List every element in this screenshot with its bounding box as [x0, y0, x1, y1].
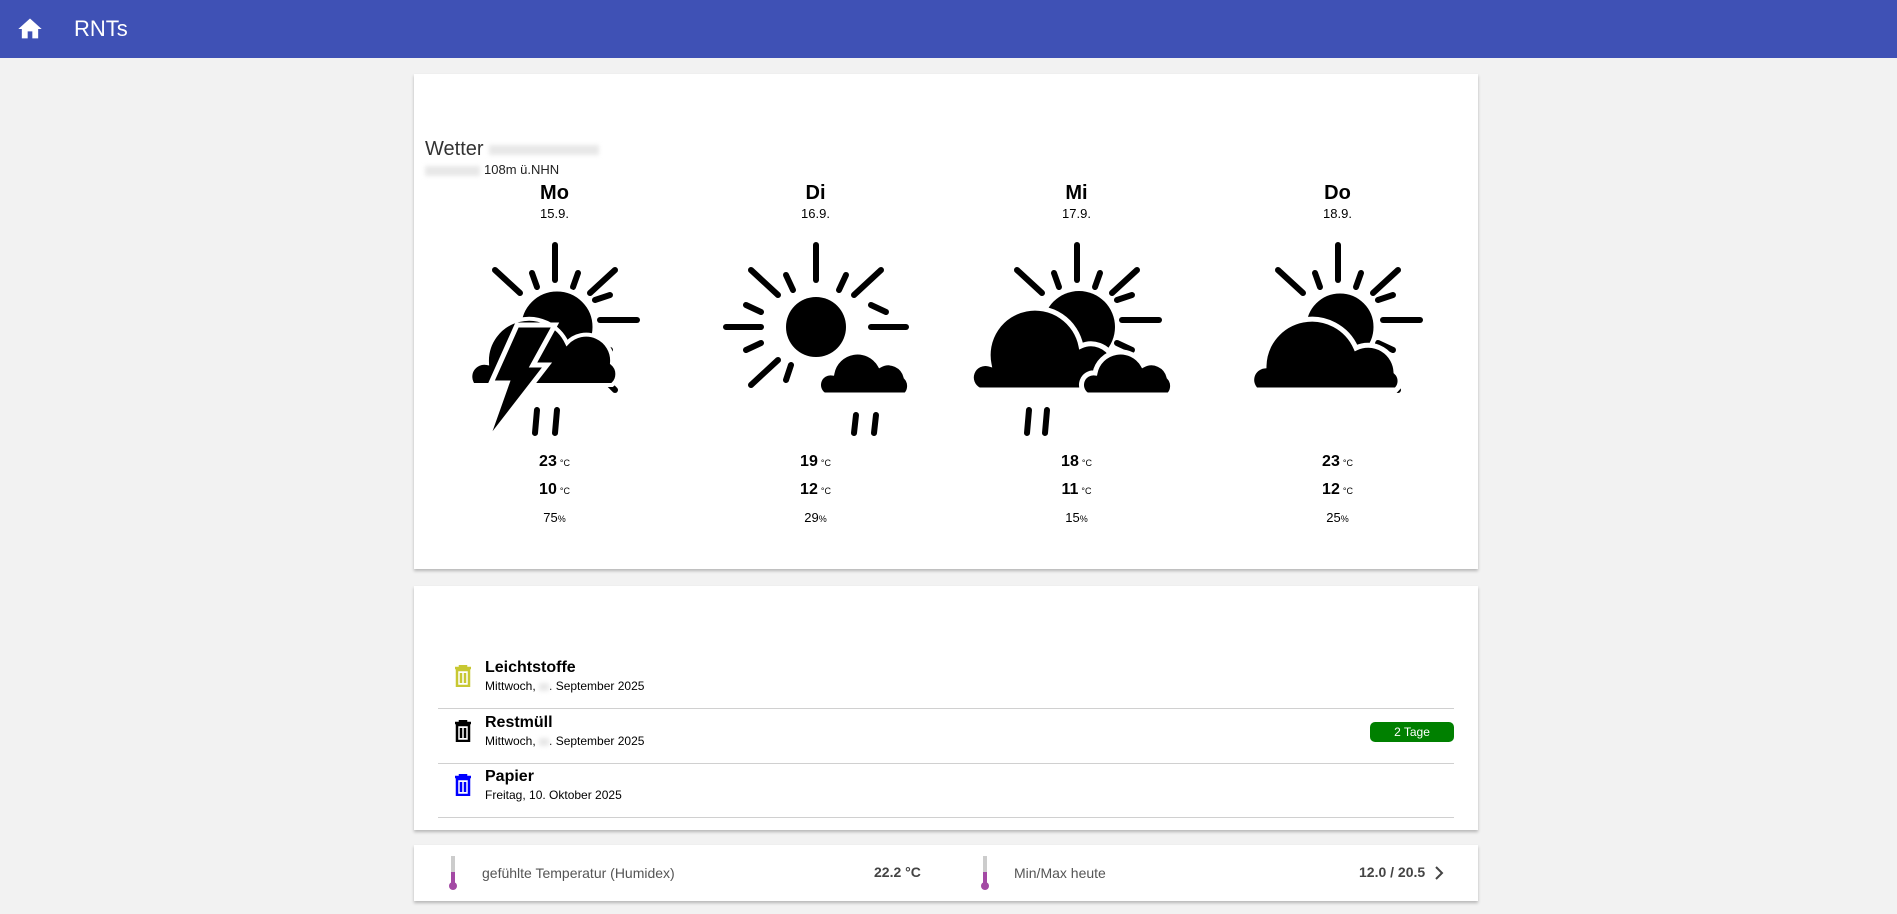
sun-cloud-rain-icon	[706, 235, 912, 436]
days-remaining-badge: 2 Tage	[1370, 722, 1454, 742]
temp-max: 23 °C	[1322, 453, 1353, 470]
thunderstorm-icon	[467, 235, 665, 445]
waste-type: Leichtstoffe	[485, 659, 576, 676]
day-name: Mo	[540, 182, 569, 204]
trash-icon	[455, 774, 471, 796]
waste-item-restmuell[interactable]: Restmüll Mittwoch, . September 2025 2 Ta…	[438, 710, 1454, 764]
temp-min: 11 °C	[1061, 481, 1092, 498]
forecast-day: Mi 17.9. 18 °C 11 °C 15%	[946, 182, 1207, 525]
waste-type: Papier	[485, 768, 534, 785]
waste-date: Mittwoch, . September 2025	[485, 734, 645, 748]
temp-max: 19 °C	[800, 453, 831, 470]
sensor-card: gefühlte Temperatur (Humidex) 22.2 °C Mi…	[414, 845, 1478, 901]
thermometer-icon	[981, 856, 989, 890]
day-date: 18.9.	[1323, 206, 1352, 221]
weather-card: Wetter 108m ü.NHN Mo 15.9. 23 °C 10 °C 75%…	[414, 74, 1478, 569]
sensor-label: Min/Max heute	[1014, 865, 1106, 881]
sensor-value: 22.2 °C	[874, 864, 921, 880]
weather-title: Wetter	[425, 138, 603, 161]
precipitation: 29%	[804, 510, 827, 525]
waste-date: Mittwoch, . September 2025	[485, 679, 645, 693]
day-name: Di	[805, 182, 826, 204]
forecast-day: Do 18.9. 23 °C 12 °C 25%	[1207, 182, 1468, 525]
precipitation: 75%	[543, 510, 566, 525]
sensor-value: 12.0 / 20.5	[1359, 864, 1426, 880]
day-name: Do	[1324, 182, 1351, 204]
precipitation: 15%	[1065, 510, 1088, 525]
forecast-day: Mo 15.9. 23 °C 10 °C 75%	[424, 182, 685, 525]
trash-icon	[455, 720, 471, 742]
sensor-label: gefühlte Temperatur (Humidex)	[482, 865, 675, 881]
waste-date: Freitag, 10. Oktober 2025	[485, 788, 622, 802]
temp-min: 12 °C	[800, 481, 831, 498]
day-date: 16.9.	[801, 206, 830, 221]
sensor-humidex[interactable]: gefühlte Temperatur (Humidex)	[448, 845, 675, 901]
sun-clouds-rain-icon	[968, 235, 1175, 436]
waste-type: Restmüll	[485, 714, 553, 731]
weather-subtitle: 108m ü.NHN	[425, 162, 559, 177]
weather-title-text: Wetter	[425, 138, 484, 160]
day-date: 17.9.	[1062, 206, 1091, 221]
waste-calendar-card: Leichtstoffe Mittwoch, . September 2025 …	[414, 586, 1478, 830]
home-icon[interactable]	[16, 15, 44, 43]
temp-max: 18 °C	[1061, 453, 1092, 470]
day-name: Mi	[1065, 182, 1088, 204]
temp-min: 10 °C	[539, 481, 570, 498]
precipitation: 25%	[1326, 510, 1349, 525]
trash-icon	[455, 665, 471, 687]
forecast-day: Di 16.9. 19 °C 12 °C 29%	[685, 182, 946, 525]
waste-item-papier[interactable]: Papier Freitag, 10. Oktober 2025	[438, 764, 1454, 818]
sun-cloud-icon	[1248, 235, 1448, 445]
weather-altitude: 108m ü.NHN	[484, 162, 560, 177]
temp-min: 12 °C	[1322, 481, 1353, 498]
sensor-minmax[interactable]: Min/Max heute	[980, 845, 1106, 901]
temp-max: 23 °C	[539, 453, 570, 470]
thermometer-icon	[449, 856, 457, 890]
top-app-bar: RNTs	[0, 0, 1897, 58]
waste-item-leichtstoffe[interactable]: Leichtstoffe Mittwoch, . September 2025	[438, 655, 1454, 709]
app-title: RNTs	[74, 16, 128, 41]
chevron-right-icon[interactable]	[1434, 866, 1444, 880]
day-date: 15.9.	[540, 206, 569, 221]
